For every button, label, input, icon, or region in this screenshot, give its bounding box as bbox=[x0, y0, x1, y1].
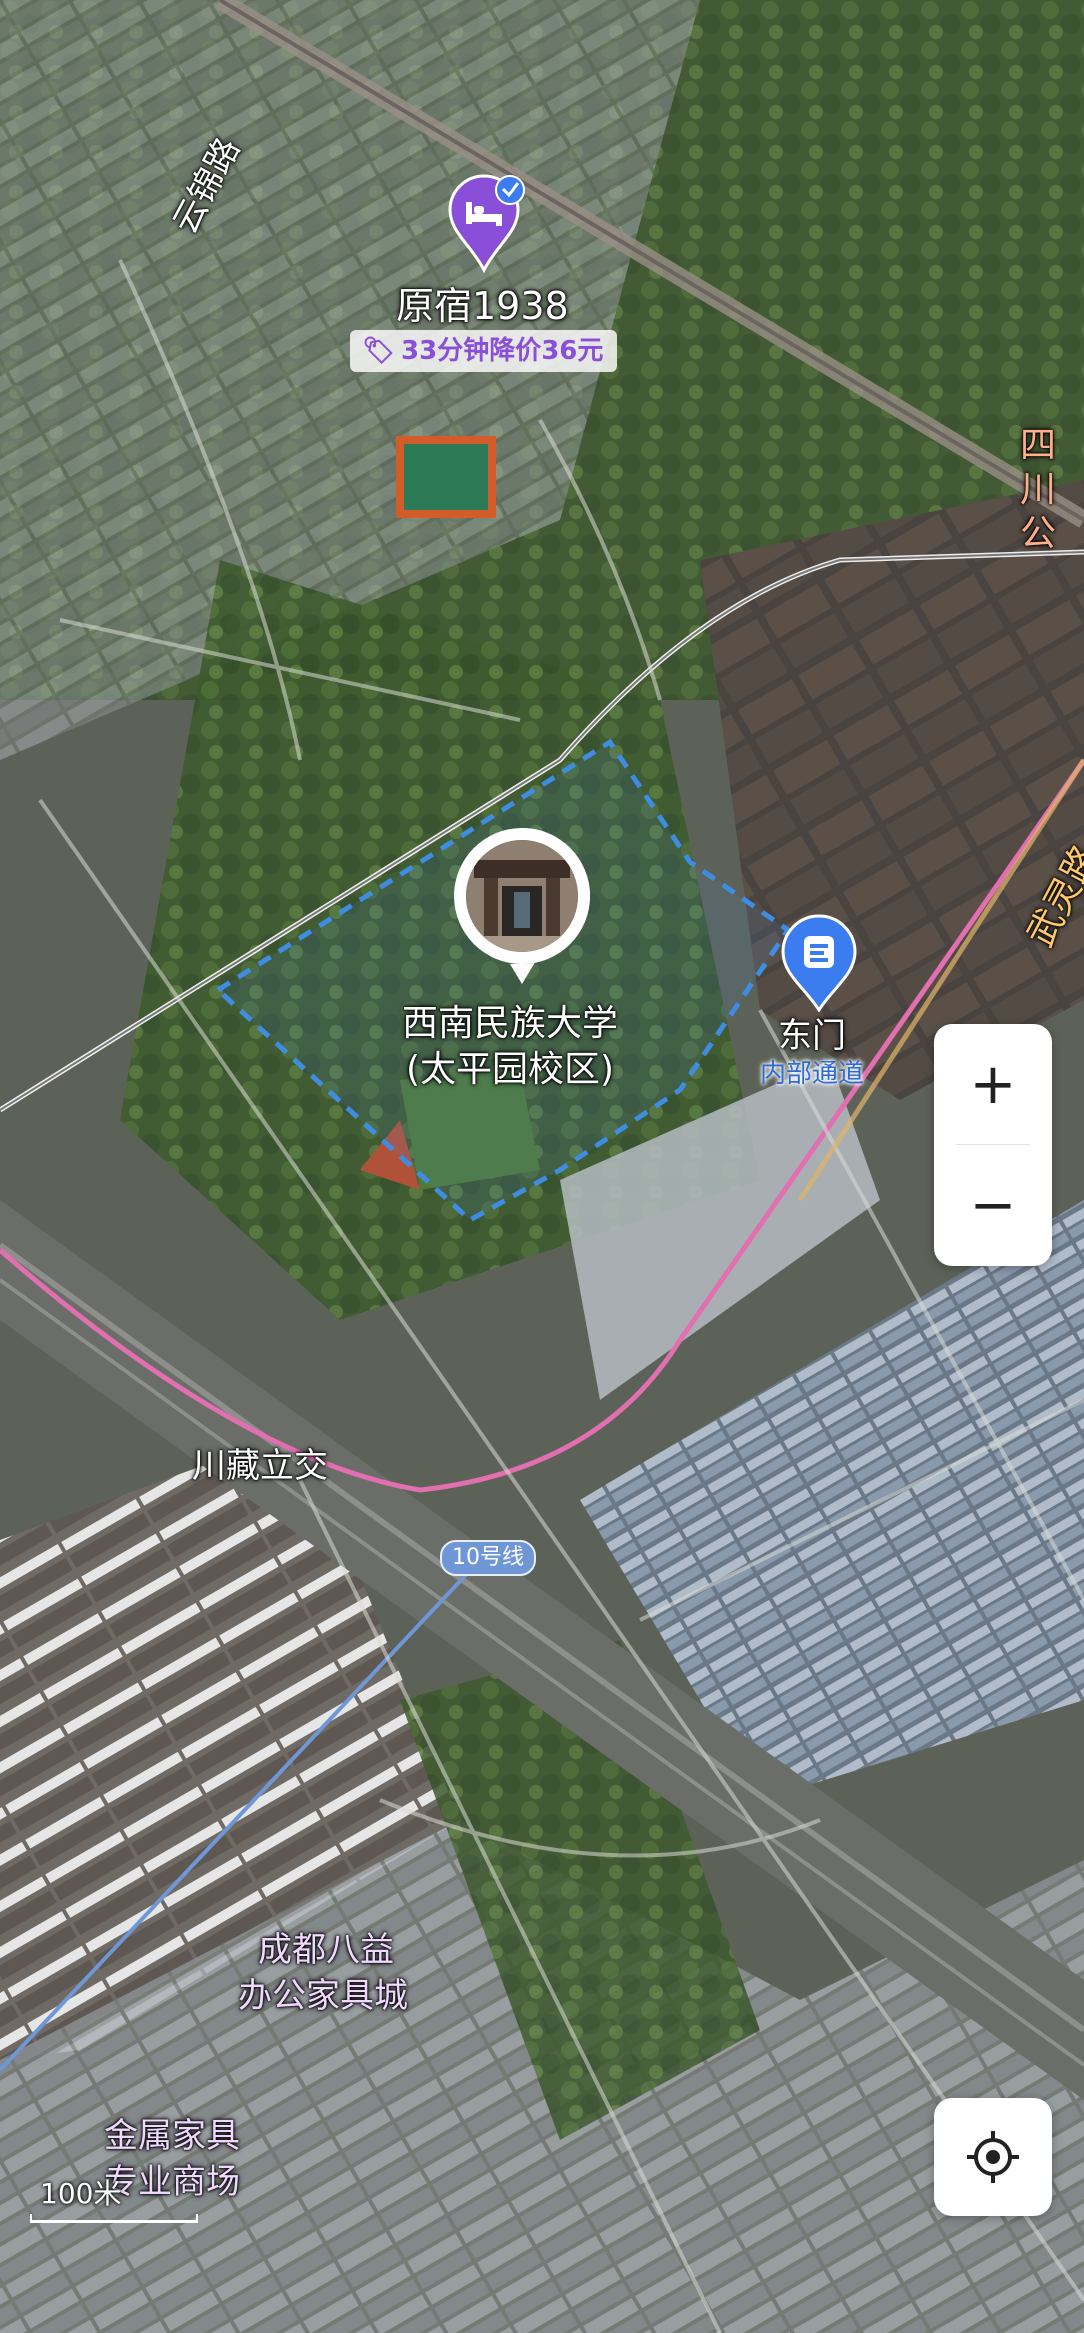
poi-bayi-furniture-line2[interactable]: 办公家具城 bbox=[238, 1968, 408, 2017]
hotel-name[interactable]: 原宿1938 bbox=[396, 275, 569, 330]
entrance-icon bbox=[804, 936, 834, 968]
check-badge-icon bbox=[495, 175, 525, 205]
zoom-out-button[interactable]: − bbox=[934, 1145, 1052, 1265]
locate-crosshair-icon bbox=[967, 2131, 1019, 2183]
locate-button[interactable] bbox=[934, 2098, 1052, 2216]
hotel-poi-marker[interactable] bbox=[444, 172, 528, 276]
poi-metal-furniture-line1[interactable]: 金属家具 bbox=[104, 2108, 240, 2157]
hotel-price-drop-text: 33分钟降价36元 bbox=[401, 336, 604, 366]
road-label-sichuan: 四川公 bbox=[1020, 425, 1057, 554]
interchange-label: 川藏立交 bbox=[192, 1446, 328, 1486]
price-tag-icon: 🏷 bbox=[362, 336, 396, 366]
zoom-control: + − bbox=[934, 1024, 1052, 1266]
scale-label: 100米 bbox=[40, 2177, 122, 2210]
zoom-in-button[interactable]: + bbox=[934, 1024, 1052, 1144]
university-marker[interactable] bbox=[452, 826, 592, 986]
scale-bar bbox=[30, 2214, 198, 2223]
map-scale: 100米 bbox=[30, 2172, 198, 2223]
east-gate-label[interactable]: 东门 bbox=[778, 1008, 846, 1057]
poi-bayi-furniture-line1[interactable]: 成都八益 bbox=[258, 1922, 394, 1971]
campus-photo-marker bbox=[466, 840, 578, 952]
east-gate-subtitle: 内部通道 bbox=[760, 1059, 865, 1089]
university-campus[interactable]: (太平园校区) bbox=[406, 1040, 614, 1092]
hotel-price-drop-badge[interactable]: 🏷 33分钟降价36元 bbox=[350, 330, 618, 372]
metro-line-badge[interactable]: 10号线 bbox=[440, 1540, 536, 1576]
east-gate-marker[interactable] bbox=[778, 912, 860, 1012]
university-name[interactable]: 西南民族大学 bbox=[402, 994, 618, 1046]
